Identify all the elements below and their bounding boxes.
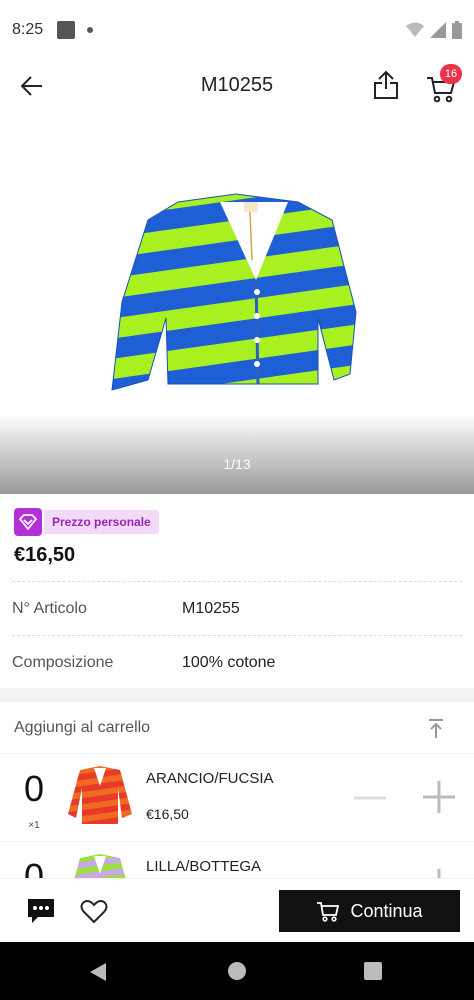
share-icon — [374, 70, 398, 99]
battery-icon — [452, 21, 462, 39]
personal-price-label: Prezzo personale — [44, 510, 159, 534]
app-header: M10255 — [0, 60, 474, 112]
bottom-action-bar: Continua — [0, 878, 474, 942]
favorite-button[interactable] — [80, 899, 108, 925]
variant-price: €16,50 — [146, 806, 189, 822]
signal-icon — [430, 22, 446, 38]
plus-icon — [423, 781, 455, 813]
add-to-cart-header: Aggiungi al carrello — [0, 702, 474, 754]
variant-unit: ×1 — [28, 820, 40, 831]
cart-count-badge: 16 — [440, 64, 462, 84]
notification-icon — [57, 21, 76, 39]
spec-value: 100% cotone — [182, 654, 276, 671]
notification-dot-icon — [87, 27, 94, 33]
collapse-button[interactable] — [424, 716, 448, 740]
page-title: M10255 — [200, 74, 274, 96]
cart-icon — [317, 902, 340, 922]
spec-key: Composizione — [12, 654, 114, 671]
variant-thumbnail[interactable] — [66, 764, 134, 826]
minus-icon — [354, 796, 386, 800]
status-icons — [406, 21, 462, 39]
continue-label: Continua — [350, 900, 423, 921]
continue-button[interactable]: Continua — [279, 890, 460, 932]
gallery-shade — [0, 414, 474, 494]
add-to-cart-label: Aggiungi al carrello — [14, 718, 151, 736]
status-time: 8:25 — [12, 21, 44, 38]
variant-name: ARANCIO/FUCSIA — [146, 770, 274, 787]
product-image-gallery[interactable]: 1/13 — [0, 112, 474, 494]
nav-recents-icon[interactable] — [364, 962, 382, 980]
nav-back-icon[interactable] — [88, 962, 108, 982]
spec-value: M10255 — [182, 600, 240, 617]
decrease-quantity-button[interactable] — [352, 784, 388, 820]
product-price: €16,50 — [14, 544, 76, 566]
spec-key: N° Articolo — [12, 600, 87, 617]
system-nav-bar — [0, 942, 474, 1000]
increase-quantity-button[interactable] — [420, 778, 458, 816]
chat-button[interactable] — [26, 897, 56, 925]
arrow-up-to-top-icon — [429, 719, 443, 738]
variant-name: LILLA/BOTTEGA — [146, 858, 262, 875]
section-gap — [0, 688, 474, 702]
diamond-icon — [14, 508, 42, 536]
status-bar: 8:25 — [0, 0, 474, 60]
personal-price-badge: Prezzo personale — [14, 508, 159, 536]
variant-row: 0 ×1 ARANCIO/FUCSIA €16,50 — [0, 754, 474, 842]
share-button[interactable] — [370, 68, 402, 102]
spec-row-article: N° Articolo M10255 — [0, 582, 474, 636]
nav-home-icon[interactable] — [228, 962, 246, 980]
variant-quantity: 0 — [23, 768, 45, 809]
spec-row-composition: Composizione 100% cotone — [0, 636, 474, 690]
gallery-counter: 1/13 — [223, 456, 251, 472]
wifi-icon — [406, 22, 424, 37]
heart-icon — [80, 900, 108, 924]
chat-icon — [28, 899, 54, 923]
